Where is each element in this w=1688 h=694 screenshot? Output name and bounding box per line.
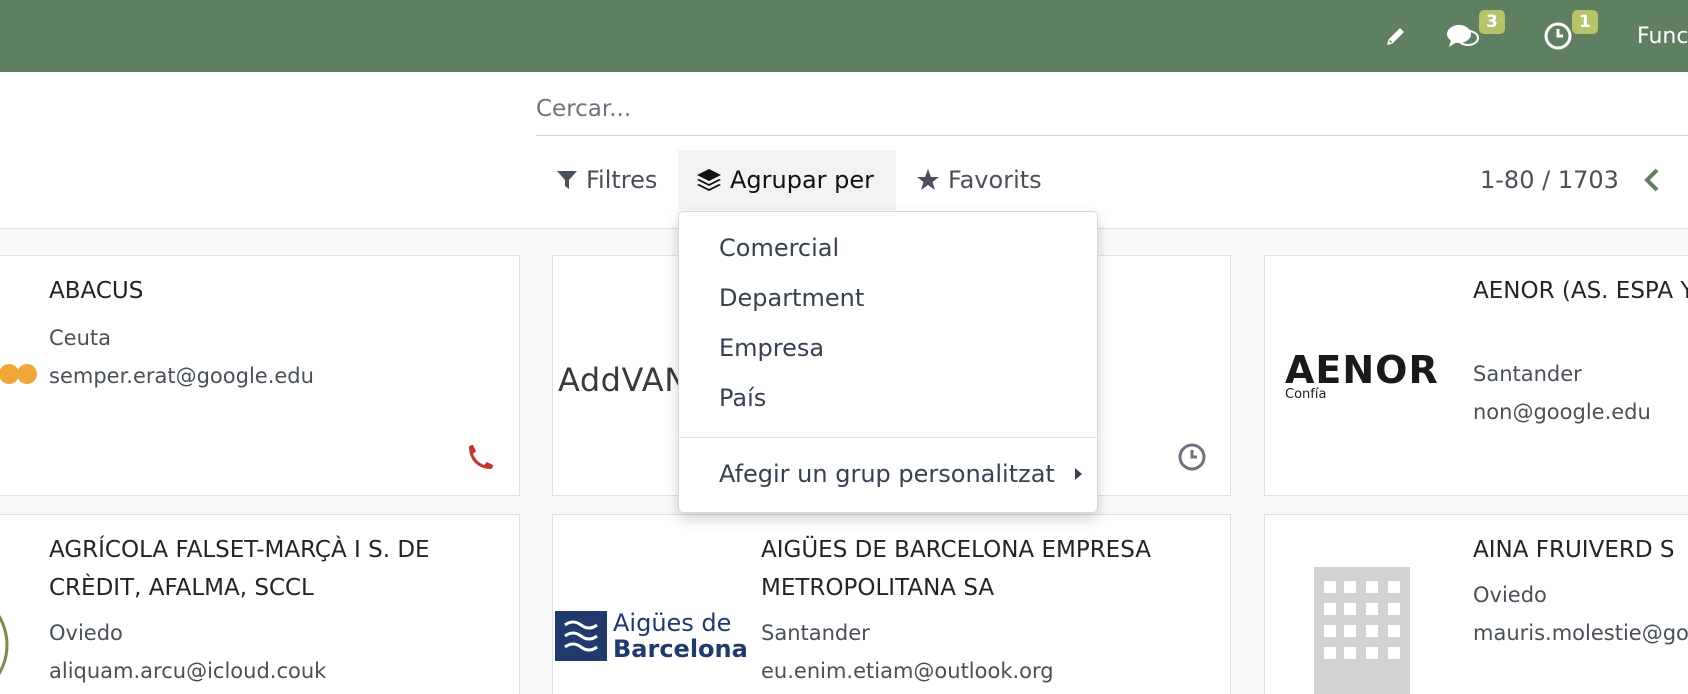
user-menu[interactable]: Func bbox=[1637, 0, 1688, 72]
layers-icon bbox=[697, 169, 721, 191]
group-by-button[interactable]: Agrupar per bbox=[678, 150, 896, 210]
group-by-label: Agrupar per bbox=[730, 166, 875, 194]
card-email: aliquam.arcu@icloud.couk bbox=[49, 659, 327, 683]
add-custom-group-label: Afegir un grup personalitzat bbox=[719, 460, 1055, 488]
kanban-card[interactable]: Aigües de Barcelona AIGÜES DE BARCELONA … bbox=[552, 514, 1231, 694]
top-navbar: 3 1 Func bbox=[0, 0, 1688, 72]
clock-icon[interactable] bbox=[1543, 0, 1573, 72]
card-email: semper.erat@google.edu bbox=[49, 364, 314, 388]
phone-icon[interactable] bbox=[465, 443, 495, 477]
messages-badge: 3 bbox=[1479, 10, 1505, 34]
kanban-card[interactable]: AGRÍCOLA FALSET-MARÇÀ I S. DE CRÈDIT, AF… bbox=[0, 514, 520, 694]
filters-label: Filtres bbox=[586, 166, 658, 194]
card-title: AENOR (AS. ESPA Y CERTIFICACION bbox=[1473, 278, 1688, 304]
card-logo-seal bbox=[0, 575, 11, 694]
caret-right-icon bbox=[1074, 468, 1082, 480]
chevron-left-icon[interactable] bbox=[1642, 150, 1662, 210]
card-city: Santander bbox=[1473, 362, 1582, 386]
card-logo-line1: Aigües de bbox=[613, 609, 732, 637]
kanban-card[interactable]: AENOR Confía AENOR (AS. ESPA Y CERTIFICA… bbox=[1264, 255, 1688, 496]
control-panel: Filtres Agrupar per Favorits 1-80 / 1703 bbox=[0, 72, 1688, 229]
group-by-option-department[interactable]: Department bbox=[719, 284, 864, 312]
building-placeholder-icon bbox=[1314, 567, 1410, 694]
dropdown-divider bbox=[679, 437, 1097, 438]
card-title: AGRÍCOLA FALSET-MARÇÀ I S. DE CRÈDIT, AF… bbox=[49, 537, 430, 601]
card-email: mauris.molestie@go bbox=[1473, 621, 1688, 645]
card-title: AINA FRUIVERD S bbox=[1473, 537, 1675, 563]
kanban-card[interactable]: ABACUS Ceuta semper.erat@google.edu bbox=[0, 255, 520, 496]
favorites-button[interactable]: Favorits bbox=[908, 150, 1050, 210]
card-city: Oviedo bbox=[1473, 583, 1547, 607]
card-city: Ceuta bbox=[49, 326, 111, 350]
search-bar bbox=[536, 82, 1688, 136]
clock-icon[interactable] bbox=[1177, 442, 1207, 476]
group-by-dropdown: Comercial Department Empresa País Afegir… bbox=[678, 211, 1098, 513]
card-title: ABACUS bbox=[49, 278, 144, 304]
card-avatar-dots bbox=[0, 362, 37, 390]
kanban-card[interactable]: AINA FRUIVERD S Oviedo mauris.molestie@g… bbox=[1264, 514, 1688, 694]
group-by-option-comercial[interactable]: Comercial bbox=[719, 234, 839, 262]
group-by-option-empresa[interactable]: Empresa bbox=[719, 334, 824, 362]
star-icon bbox=[917, 169, 939, 190]
card-email: eu.enim.etiam@outlook.org bbox=[761, 659, 1054, 683]
filter-icon bbox=[557, 171, 577, 189]
chat-icon[interactable] bbox=[1446, 0, 1482, 72]
activities-badge: 1 bbox=[1572, 10, 1598, 34]
filters-button[interactable]: Filtres bbox=[548, 150, 665, 210]
card-logo-sub: Confía bbox=[1285, 387, 1327, 402]
search-input[interactable] bbox=[536, 90, 1688, 128]
card-logo: AENOR bbox=[1285, 348, 1439, 392]
card-logo: Aigües de Barcelona bbox=[555, 610, 748, 662]
card-title: AIGÜES DE BARCELONA EMPRESA METROPOLITAN… bbox=[761, 537, 1151, 601]
card-email: non@google.edu bbox=[1473, 400, 1651, 424]
card-logo-line2: Barcelona bbox=[613, 635, 748, 663]
card-city: Oviedo bbox=[49, 621, 123, 645]
group-by-option-pais[interactable]: País bbox=[719, 384, 766, 412]
add-custom-group[interactable]: Afegir un grup personalitzat bbox=[719, 460, 1083, 488]
card-city: Santander bbox=[761, 621, 870, 645]
card-logo: AddVAN bbox=[558, 361, 689, 399]
pencil-icon[interactable] bbox=[1384, 0, 1408, 72]
pager-value[interactable]: 1-80 / 1703 bbox=[1480, 150, 1619, 210]
favorites-label: Favorits bbox=[948, 166, 1042, 194]
